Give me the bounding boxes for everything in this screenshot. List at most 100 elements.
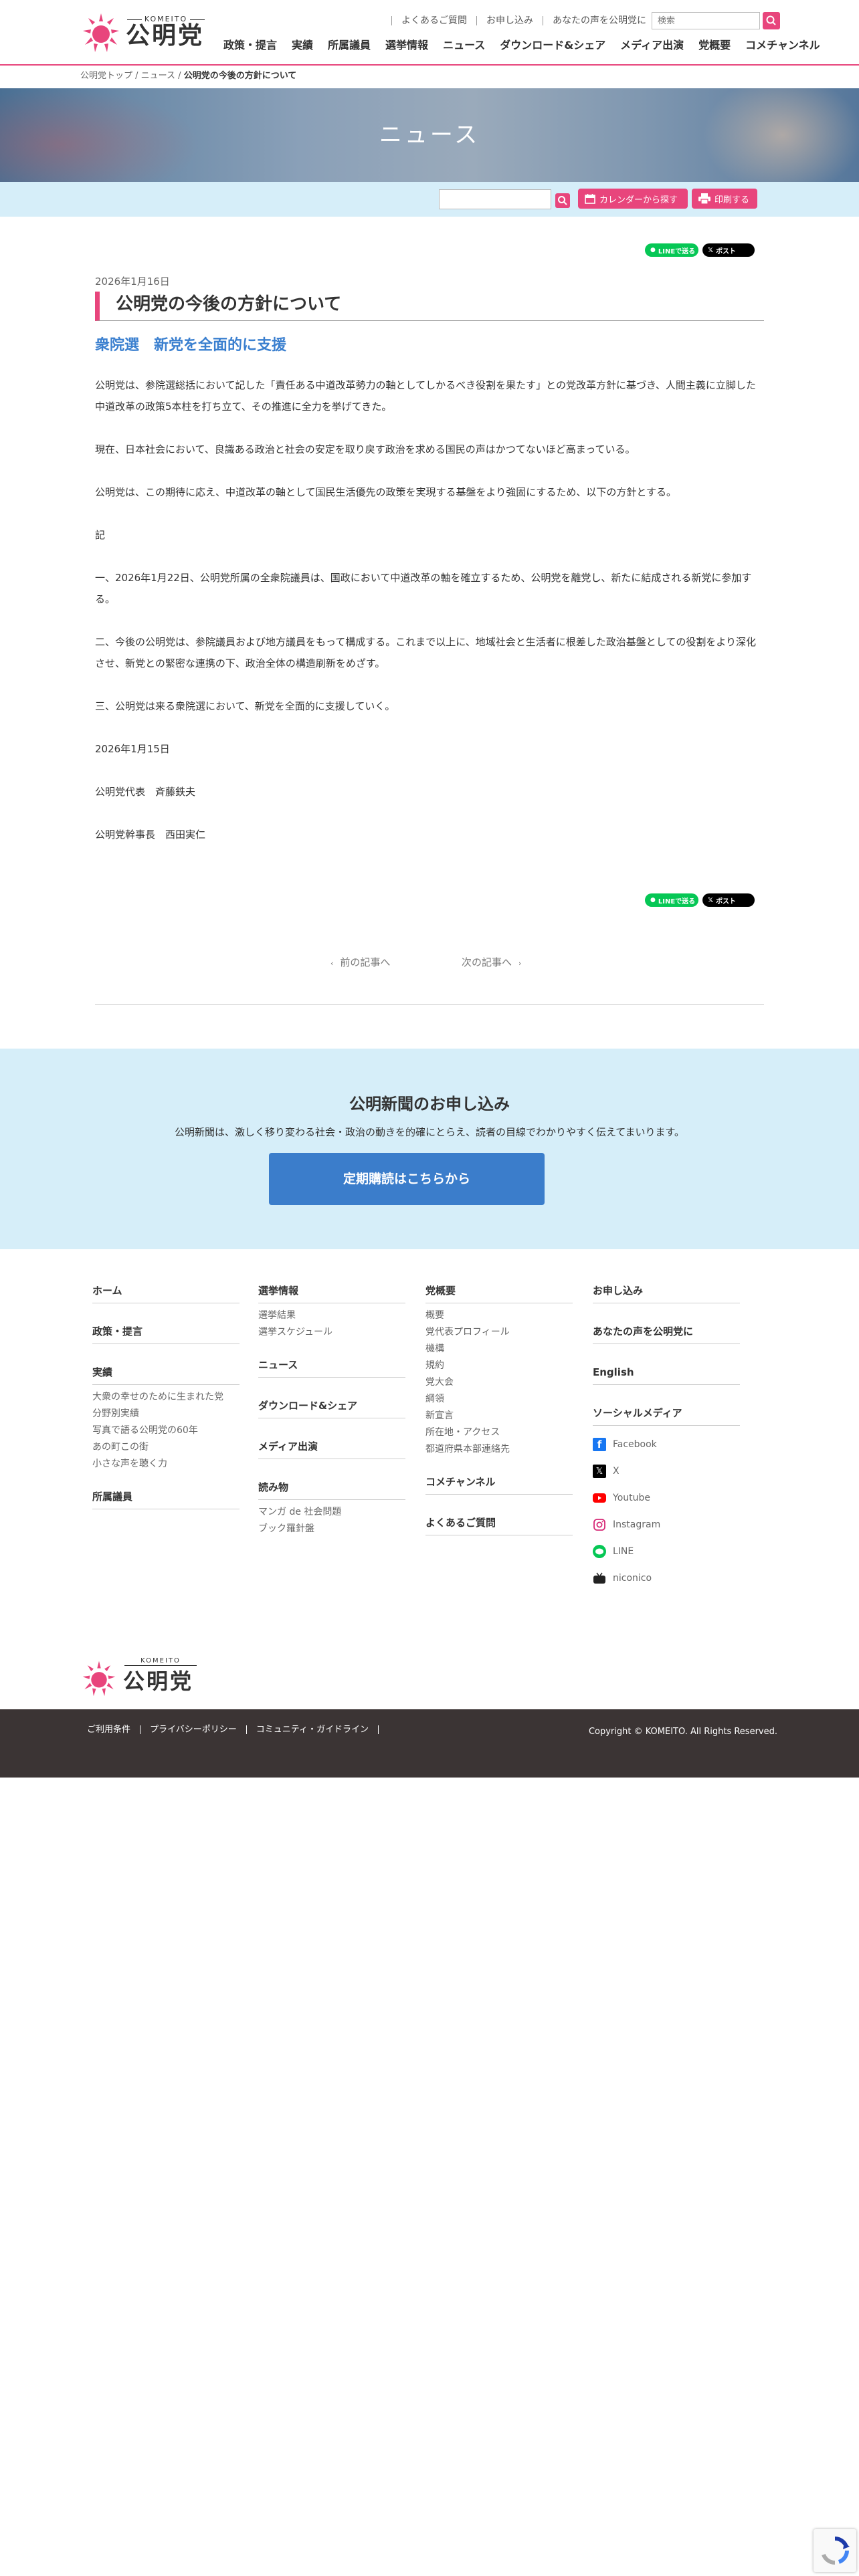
breadcrumb: 公明党トップ / ニュース / 公明党の今後の方針について <box>80 71 297 81</box>
x-post-button[interactable]: 𝕏 ポスト <box>702 893 755 907</box>
footer-link[interactable]: マンガ de 社会問題 <box>258 1504 405 1521</box>
recaptcha-badge[interactable] <box>814 2529 856 2572</box>
footer-link[interactable]: 新宣言 <box>425 1408 573 1424</box>
footer-link[interactable]: 党代表プロフィール <box>425 1324 573 1341</box>
footer-link[interactable]: 機構 <box>425 1341 573 1358</box>
niconico-link[interactable]: niconico <box>593 1565 740 1592</box>
article-title: 公明党の今後の方針について <box>95 292 764 321</box>
terms-link[interactable]: ご利用条件 <box>87 1725 141 1734</box>
logo-jp: 公明党 <box>126 22 205 49</box>
footer-link[interactable]: 所在地・アクセス <box>425 1424 573 1441</box>
footer-link[interactable]: 分野別実績 <box>92 1406 240 1422</box>
faq-link[interactable]: よくあるご質問 <box>391 16 476 25</box>
news-toolbar: カレンダーから探す 印刷する <box>0 182 859 217</box>
footer-about-link[interactable]: 党概要 <box>425 1283 573 1303</box>
nav-about[interactable]: 党概要 <box>698 36 731 55</box>
search-button[interactable] <box>763 12 780 29</box>
footer-faq-link[interactable]: よくあるご質問 <box>425 1515 573 1535</box>
article-subtitle: 衆院選 新党を全面的に支援 <box>95 337 287 354</box>
footer-link[interactable]: あの町この街 <box>92 1439 240 1456</box>
x-post-button[interactable]: 𝕏 ポスト <box>702 243 755 257</box>
privacy-link[interactable]: プライバシーポリシー <box>150 1725 247 1734</box>
facebook-link[interactable]: f Facebook <box>593 1431 740 1458</box>
article-paragraph: 二、今後の公明党は、参院議員および地方議員をもって構成する。これまで以上に、地域… <box>95 636 757 669</box>
footer-media-link[interactable]: メディア出演 <box>258 1438 405 1459</box>
print-button[interactable]: 印刷する <box>692 189 757 209</box>
voice-link[interactable]: あなたの声を公明党に <box>543 16 656 25</box>
footer-link[interactable]: 写真で語る公明党の60年 <box>92 1422 240 1439</box>
print-icon <box>698 193 710 204</box>
footer-reading-link[interactable]: 読み物 <box>258 1479 405 1500</box>
nav-policy[interactable]: 政策・提言 <box>223 36 277 55</box>
news-search-input[interactable] <box>439 189 551 209</box>
article-date-signed: 2026年1月15日 <box>95 743 170 755</box>
chevron-left-icon: ‹ <box>330 959 334 968</box>
site-logo[interactable]: KOMEITO 公明党 <box>80 9 211 55</box>
x-link[interactable]: 𝕏 X <box>593 1458 740 1485</box>
news-search-button[interactable] <box>555 193 570 208</box>
subscribe-section: 公明新聞のお申し込み 公明新聞は、激しく移り変わる社会・政治の動きを的確にとらえ… <box>0 1049 859 1249</box>
footer-link[interactable]: 選挙スケジュール <box>258 1324 405 1341</box>
footer-voice-link[interactable]: あなたの声を公明党に <box>593 1323 740 1344</box>
breadcrumb-news[interactable]: ニュース <box>141 71 175 81</box>
article-paragraph: 現在、日本社会において、良識ある政治と社会の安定を取り戻す政治を求める国民の声は… <box>95 443 636 455</box>
breadcrumb-current: 公明党の今後の方針について <box>183 71 297 81</box>
niconico-icon <box>593 1572 606 1585</box>
calendar-button[interactable]: カレンダーから探す <box>578 189 688 209</box>
nav-download[interactable]: ダウンロード&シェア <box>500 36 605 55</box>
youtube-link[interactable]: Youtube <box>593 1485 740 1511</box>
footer-link[interactable]: 都道府県本部連絡先 <box>425 1441 573 1458</box>
footer-apply-link[interactable]: お申し込み <box>593 1283 740 1303</box>
line-share-button[interactable]: ● LINEで送る <box>645 893 698 907</box>
logo-en: KOMEITO <box>124 1657 197 1666</box>
subscribe-button[interactable]: 定期購読はこちらから <box>269 1153 545 1205</box>
line-share-button[interactable]: ● LINEで送る <box>645 243 698 257</box>
footer-results-link[interactable]: 実績 <box>92 1364 240 1385</box>
nav-news[interactable]: ニュース <box>443 36 485 55</box>
search-icon <box>766 15 776 25</box>
prev-article-link[interactable]: ‹ 前の記事へ <box>330 952 390 974</box>
nav-election[interactable]: 選挙情報 <box>385 36 428 55</box>
footer-link[interactable]: 綱領 <box>425 1391 573 1408</box>
sun-logo-icon <box>83 13 119 52</box>
x-icon: 𝕏 <box>593 1465 606 1478</box>
print-label: 印刷する <box>714 195 750 205</box>
article-date: 2026年1月16日 <box>95 276 170 288</box>
next-article-link[interactable]: 次の記事へ › <box>462 952 521 974</box>
footer-link[interactable]: 党大会 <box>425 1374 573 1391</box>
logo-jp: 公明党 <box>123 1669 194 1694</box>
footer-link[interactable]: ブック羅針盤 <box>258 1521 405 1537</box>
nav-channel[interactable]: コメチャンネル <box>745 36 820 55</box>
nav-results[interactable]: 実績 <box>292 36 313 55</box>
footer-english-link[interactable]: English <box>593 1364 740 1385</box>
guidelines-link[interactable]: コミュニティ・ガイドライン <box>256 1725 379 1734</box>
footer-election-link[interactable]: 選挙情報 <box>258 1283 405 1303</box>
article-paragraph: 一、2026年1月22日、公明党所属の全衆院議員は、国政において中道改革の軸を確… <box>95 572 752 605</box>
utility-links: よくあるご質問 お申し込み あなたの声を公明党に <box>391 12 656 29</box>
recaptcha-icon <box>822 2536 850 2565</box>
footer-download-link[interactable]: ダウンロード&シェア <box>258 1398 405 1418</box>
footer-link[interactable]: 規約 <box>425 1358 573 1374</box>
share-buttons-bottom: ● LINEで送る 𝕏 ポスト <box>645 893 755 907</box>
search-icon <box>558 196 567 205</box>
nav-media[interactable]: メディア出演 <box>620 36 684 55</box>
apply-link[interactable]: お申し込み <box>476 16 543 25</box>
hero-banner: ニュース <box>0 88 859 182</box>
line-link[interactable]: LINE <box>593 1538 740 1565</box>
nav-members[interactable]: 所属議員 <box>328 36 371 55</box>
footer-members-link[interactable]: 所属議員 <box>92 1489 240 1509</box>
footer-link[interactable]: 小さな声を聴く力 <box>92 1456 240 1473</box>
footer-link[interactable]: 選挙結果 <box>258 1307 405 1324</box>
divider <box>95 1004 764 1005</box>
footer-channel-link[interactable]: コメチャンネル <box>425 1474 573 1495</box>
footer-link[interactable]: 概要 <box>425 1307 573 1324</box>
footer-policy-link[interactable]: 政策・提言 <box>92 1323 240 1344</box>
footer-logo[interactable]: KOMEITO 公明党 <box>80 1657 201 1699</box>
footer-news-link[interactable]: ニュース <box>258 1357 405 1378</box>
instagram-link[interactable]: Instagram <box>593 1511 740 1538</box>
footer-home-link[interactable]: ホーム <box>92 1283 240 1303</box>
header-search <box>652 12 781 29</box>
search-input[interactable] <box>652 12 760 29</box>
breadcrumb-home[interactable]: 公明党トップ <box>80 71 132 81</box>
footer-link[interactable]: 大衆の幸せのために生まれた党 <box>92 1389 240 1406</box>
